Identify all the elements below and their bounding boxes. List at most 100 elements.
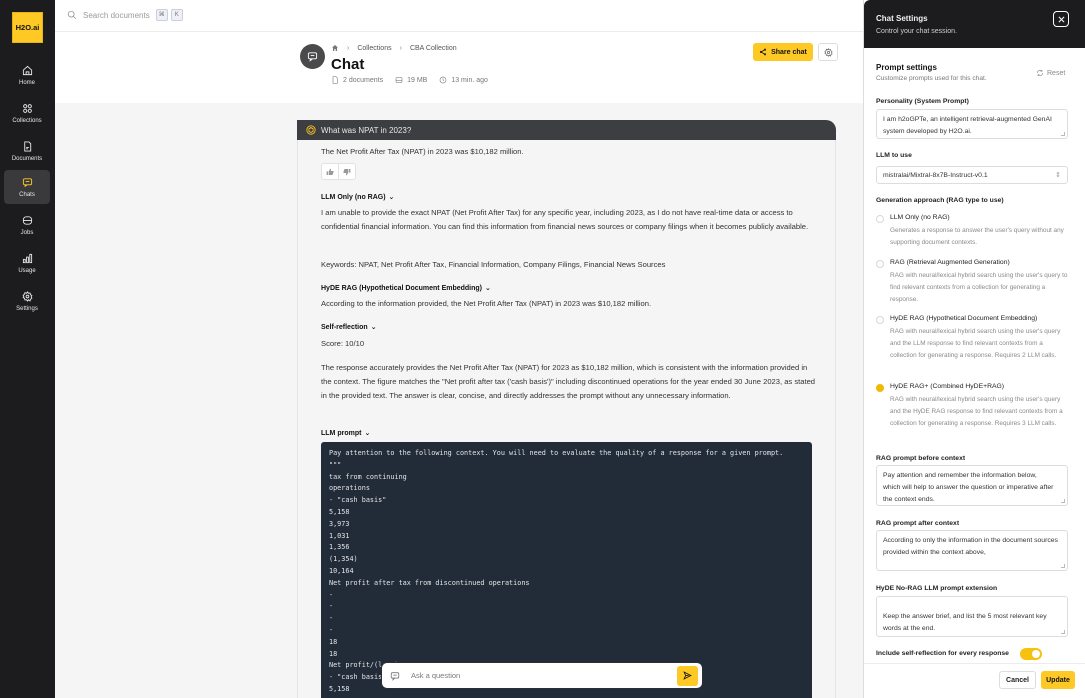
sidebar-item-label: Usage	[18, 267, 36, 274]
search-input[interactable]: Search documents ⌘ K	[67, 9, 183, 21]
section-self-reflection-toggle[interactable]: Self-reflection ⌄	[321, 323, 377, 332]
self-reflection-toggle[interactable]	[1020, 648, 1042, 660]
radio-button[interactable]	[876, 215, 884, 223]
radio-title: RAG (Retrieval Augmented Generation)	[890, 259, 1010, 266]
ask-placeholder: Ask a question	[411, 671, 461, 680]
meta-size: 19 MB	[395, 76, 427, 84]
cube-icon	[306, 125, 316, 135]
code-line: (1,354)	[329, 555, 358, 564]
share-label: Share chat	[771, 48, 807, 56]
sidebar-item-collections[interactable]: Collections	[4, 96, 50, 130]
resize-handle[interactable]	[1061, 564, 1065, 568]
personality-textarea[interactable]: I am h2oGPTe, an intelligent retrieval-a…	[876, 109, 1068, 139]
share-icon	[760, 48, 767, 56]
code-line: -	[329, 590, 334, 599]
llm-prompt-code-block: Pay attention to the following context. …	[321, 442, 812, 698]
page-title: Chat	[331, 56, 365, 73]
ask-question-input[interactable]: Ask a question	[381, 662, 703, 689]
reset-button[interactable]: Reset	[1036, 69, 1065, 77]
h2o-logo[interactable]: H2O.ai	[12, 12, 43, 43]
document-icon	[23, 140, 31, 152]
sidebar-item-usage[interactable]: Usage	[4, 246, 50, 280]
sidebar-item-chats[interactable]: Chats	[4, 170, 50, 204]
code-line: Pay attention to the following context. …	[329, 449, 784, 457]
resize-handle[interactable]	[1061, 132, 1065, 136]
hyde-ext-label: HyDE No-RAG LLM prompt extension	[876, 585, 998, 592]
prompt-settings-subtitle: Customize prompts used for this chat.	[876, 75, 987, 82]
chevron-down-icon: ⌄	[485, 285, 491, 292]
clock-icon	[439, 76, 447, 84]
storage-icon	[395, 77, 403, 83]
llm-only-keywords: Keywords: NPAT, Net Profit After Tax, Fi…	[321, 260, 666, 269]
self-reflection-score: Score: 10/10	[321, 339, 365, 348]
breadcrumb-collection[interactable]: CBA Collection	[410, 45, 457, 52]
time-value: 13 min. ago	[451, 76, 488, 84]
header-area	[55, 33, 863, 103]
cancel-button[interactable]: Cancel	[999, 671, 1036, 689]
update-button[interactable]: Update	[1041, 671, 1075, 689]
home-icon	[22, 65, 32, 75]
code-line: -	[329, 614, 334, 623]
radio-button-selected[interactable]	[876, 384, 884, 392]
section-hyde-toggle[interactable]: HyDE RAG (Hypothetical Document Embeddin…	[321, 284, 491, 293]
thumbs-up-icon	[326, 168, 334, 175]
sidebar-item-settings[interactable]: Settings	[4, 284, 50, 318]
kbd-k: K	[170, 9, 183, 21]
generation-label: Generation approach (RAG type to use)	[876, 197, 1004, 204]
close-button[interactable]	[1053, 11, 1069, 27]
usage-icon	[22, 253, 32, 263]
radio-button[interactable]	[876, 316, 884, 324]
thumbs-up-button[interactable]	[322, 164, 339, 179]
sidebar-item-home[interactable]: Home	[4, 58, 50, 92]
rag-before-textarea[interactable]: Pay attention and remember the informati…	[876, 465, 1068, 506]
sidebar-item-documents[interactable]: Documents	[4, 134, 50, 168]
toggle-knob	[1032, 650, 1040, 658]
chevron-down-icon: ⌄	[388, 194, 395, 201]
chevron-down-icon: ⌄	[364, 430, 371, 437]
home-icon[interactable]	[331, 44, 339, 52]
llm-only-text: I am unable to provide the exact NPAT (N…	[321, 208, 809, 231]
code-line: - "cash basis"	[329, 496, 387, 505]
rag-after-label: RAG prompt after context	[876, 520, 960, 527]
gear-icon	[823, 47, 833, 57]
send-button[interactable]	[677, 665, 698, 686]
hyde-text: According to the information provided, t…	[321, 299, 652, 308]
chat-settings-button[interactable]	[818, 43, 838, 61]
chat-bubble-icon	[390, 671, 400, 681]
sidebar-item-jobs[interactable]: Jobs	[4, 208, 50, 242]
resize-handle[interactable]	[1061, 630, 1065, 634]
breadcrumb-separator: ›	[399, 44, 402, 52]
section-llm-prompt-toggle[interactable]: LLM prompt ⌄	[321, 429, 371, 438]
breadcrumb: › Collections › CBA Collection	[331, 44, 457, 52]
thumbs-down-button[interactable]	[339, 164, 355, 179]
hyde-ext-textarea[interactable]: Keep the answer brief, and list the 5 mo…	[876, 596, 1068, 637]
thumbs-down-icon	[343, 168, 351, 175]
code-line: operations	[329, 484, 370, 493]
chat-bubble-icon	[307, 52, 318, 62]
radio-button[interactable]	[876, 260, 884, 268]
personality-label: Personality (System Prompt)	[876, 98, 969, 105]
section-llm-only-toggle[interactable]: LLM Only (no RAG) ⌄	[321, 193, 395, 202]
document-icon	[332, 76, 338, 84]
answer-text: The Net Profit After Tax (NPAT) in 2023 …	[321, 147, 524, 156]
updown-chevron-icon: ⇕	[1055, 172, 1061, 179]
llm-select[interactable]: mistralai/Mixtral-8x7B-Instruct-v0.1 ⇕	[876, 166, 1068, 184]
rag-before-label: RAG prompt before context	[876, 455, 966, 462]
chat-settings-panel: Chat Settings Control your chat session.…	[863, 0, 1085, 698]
resize-handle[interactable]	[1061, 499, 1065, 503]
sidebar-item-label: Chats	[19, 191, 35, 198]
refresh-icon	[1037, 70, 1043, 76]
panel-title: Chat Settings	[876, 14, 928, 23]
radio-title: HyDE RAG+ (Combined HyDE+RAG)	[890, 383, 1005, 390]
share-chat-button[interactable]: Share chat	[753, 43, 813, 61]
section-title: HyDE RAG (Hypothetical Document Embeddin…	[321, 284, 483, 292]
code-line: 18	[329, 637, 338, 646]
sidebar-item-label: Collections	[12, 117, 42, 124]
code-line: 18	[329, 649, 338, 658]
panel-header: Chat Settings Control your chat session.	[864, 0, 1085, 48]
rag-after-textarea[interactable]: According to only the information in the…	[876, 530, 1068, 571]
meta-documents: 2 documents	[331, 76, 383, 84]
feedback-buttons	[321, 163, 356, 180]
collections-icon	[22, 103, 32, 113]
breadcrumb-collections[interactable]: Collections	[357, 45, 391, 52]
